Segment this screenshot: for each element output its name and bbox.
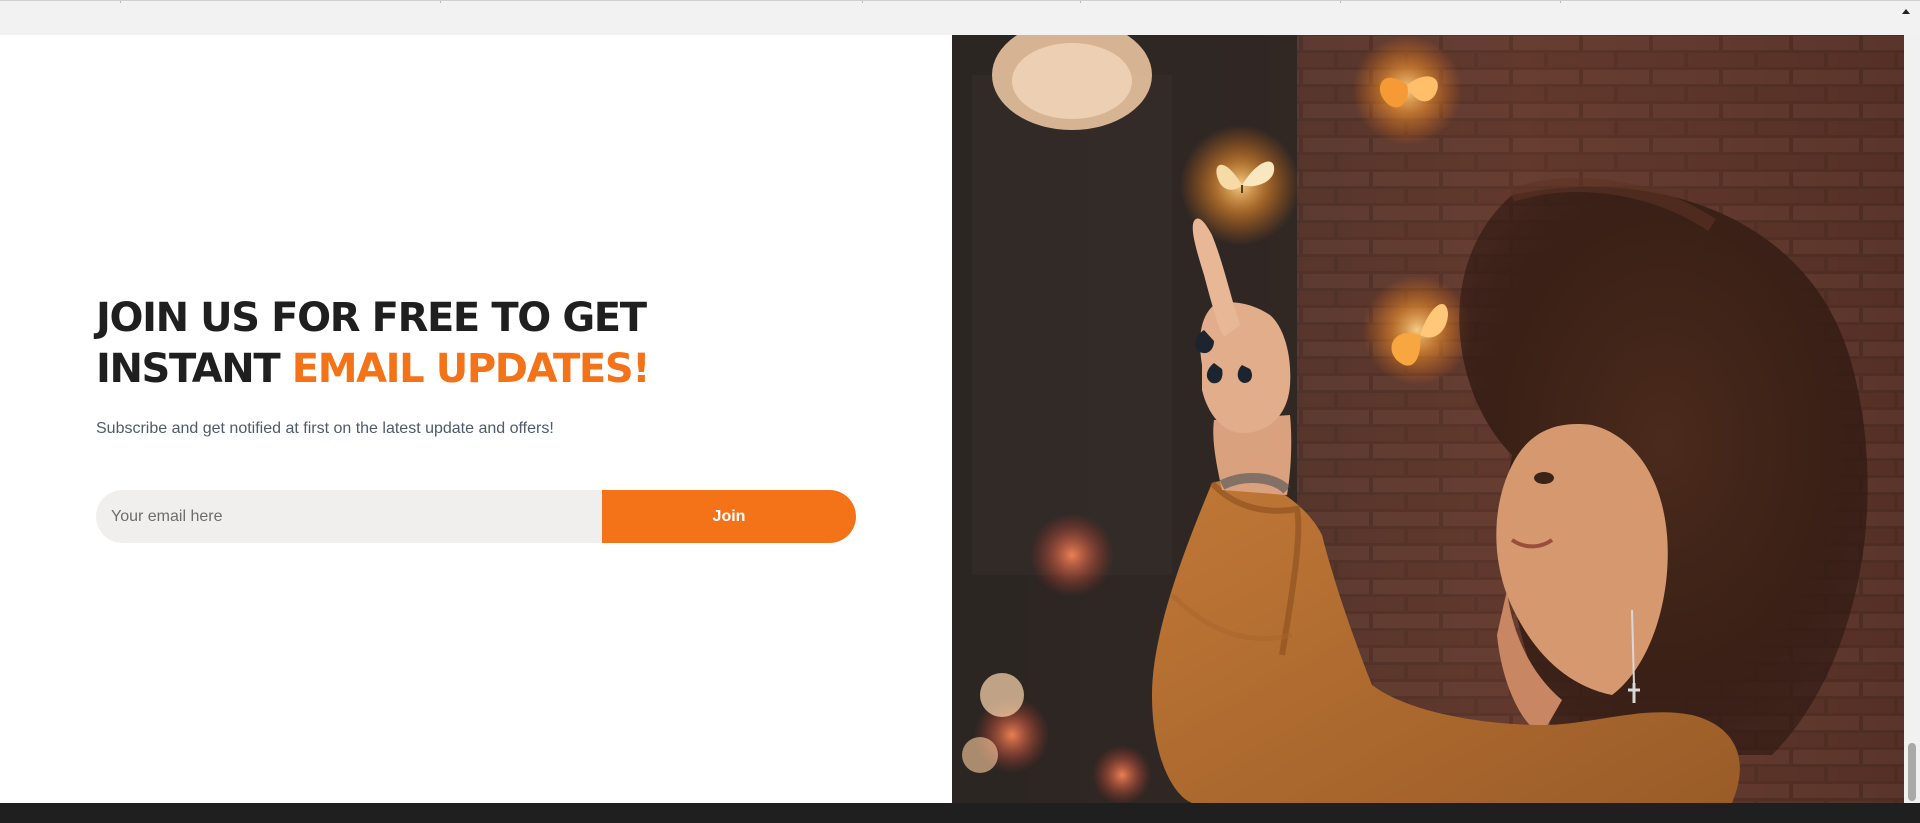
top-strip-tick [120,1,121,3]
browser-top-strip [0,0,1920,35]
newsletter-section: JOIN US FOR FREE TO GET INSTANT EMAIL UP… [0,35,952,803]
up-arrow-icon[interactable] [1902,9,1910,14]
scrollbar-thumb[interactable] [1908,743,1916,801]
footer-strip [0,803,1920,823]
top-strip-tick [440,1,441,3]
top-strip-tick [862,1,863,3]
newsletter-subtitle: Subscribe and get notified at first on t… [96,420,554,437]
headline-accent-text: EMAIL UPDATES! [291,346,651,392]
join-button[interactable]: Join [602,490,856,543]
page-scrollbar[interactable] [1904,35,1920,803]
top-strip-tick [1340,1,1341,3]
top-strip-tick [1080,1,1081,3]
newsletter-headline: JOIN US FOR FREE TO GET INSTANT EMAIL UP… [96,293,796,395]
subscribe-form: Join [96,490,856,543]
email-input[interactable] [96,490,602,543]
hero-photo [952,35,1904,803]
top-strip-tick [1560,1,1561,3]
